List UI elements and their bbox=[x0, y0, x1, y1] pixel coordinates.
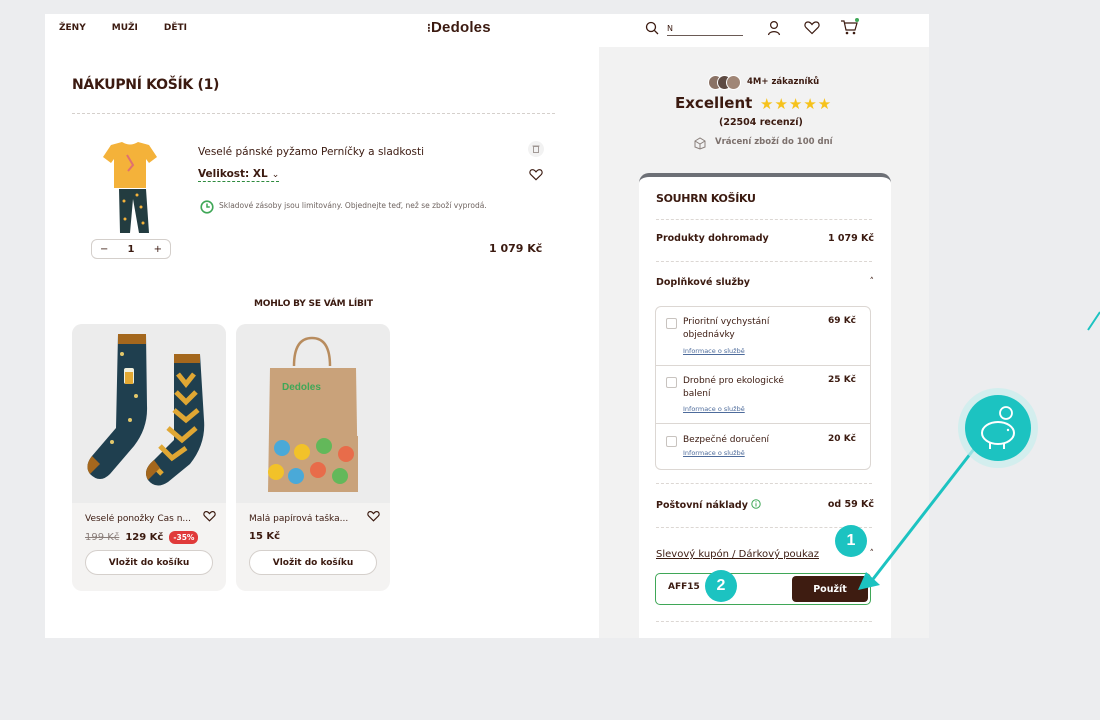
pointer-arrow bbox=[868, 448, 976, 584]
step-badge-2: 2 bbox=[705, 570, 737, 602]
pointer-arrow bbox=[1087, 311, 1100, 331]
step-badge-1: 1 bbox=[835, 525, 867, 557]
tutorial-overlay bbox=[858, 311, 1100, 590]
piggy-bank-badge bbox=[965, 395, 1031, 461]
